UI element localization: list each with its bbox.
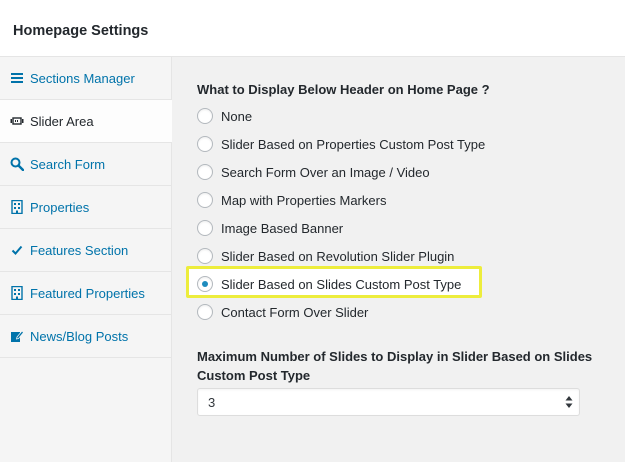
sidebar-item-label: News/Blog Posts bbox=[30, 328, 129, 344]
radio-label: Contact Form Over Slider bbox=[221, 304, 369, 320]
select-arrows-icon bbox=[565, 395, 573, 409]
radio-label: Slider Based on Revolution Slider Plugin bbox=[221, 248, 455, 264]
sidebar-item-label: Sections Manager bbox=[30, 70, 135, 86]
radio-option-slides-slider[interactable]: Slider Based on Slides Custom Post Type bbox=[197, 274, 461, 294]
sidebar-item-features-section[interactable]: Features Section bbox=[0, 229, 171, 272]
sidebar-item-label: Search Form bbox=[30, 156, 106, 172]
radio-button[interactable] bbox=[197, 136, 213, 152]
search-icon bbox=[10, 157, 25, 172]
settings-panel: What to Display Below Header on Home Pag… bbox=[172, 57, 625, 462]
radio-label: Slider Based on Properties Custom Post T… bbox=[221, 136, 486, 152]
sidebar-item-featured-properties[interactable]: Featured Properties bbox=[0, 272, 171, 315]
max-slides-label: Maximum Number of Slides to Display in S… bbox=[197, 349, 593, 383]
checkmark-icon bbox=[10, 243, 24, 257]
radio-button[interactable] bbox=[197, 304, 213, 320]
radio-button[interactable] bbox=[197, 108, 213, 124]
radio-option-image-banner[interactable]: Image Based Banner bbox=[197, 218, 343, 238]
page-title: Homepage Settings bbox=[13, 23, 149, 39]
sidebar-item-properties[interactable]: Properties bbox=[0, 186, 171, 229]
select-value: 3 bbox=[208, 394, 216, 410]
sidebar-item-sections-manager[interactable]: Sections Manager bbox=[0, 57, 171, 100]
settings-header: Homepage Settings bbox=[0, 0, 625, 57]
radio-label: Slider Based on Slides Custom Post Type bbox=[221, 276, 462, 292]
radio-label: Map with Properties Markers bbox=[221, 192, 387, 208]
radio-label: None bbox=[221, 108, 253, 124]
radio-option-contact-form[interactable]: Contact Form Over Slider bbox=[197, 302, 368, 322]
sidebar-item-news-blog-posts[interactable]: News/Blog Posts bbox=[0, 315, 171, 358]
sidebar-item-search-form[interactable]: Search Form bbox=[0, 143, 171, 186]
radio-option-search-form[interactable]: Search Form Over an Image / Video bbox=[197, 162, 430, 182]
radio-button[interactable] bbox=[197, 248, 213, 264]
sidebar-item-label: Features Section bbox=[30, 242, 129, 258]
slider-icon bbox=[10, 114, 24, 128]
sidebar-item-label: Properties bbox=[30, 199, 90, 215]
radio-button[interactable] bbox=[197, 276, 213, 292]
sidebar-item-label: Featured Properties bbox=[30, 285, 145, 301]
radio-option-none[interactable]: None bbox=[197, 106, 252, 126]
max-slides-select[interactable]: 3 bbox=[197, 388, 580, 416]
building-icon bbox=[10, 285, 24, 301]
radio-option-properties-slider[interactable]: Slider Based on Properties Custom Post T… bbox=[197, 134, 485, 154]
radio-button[interactable] bbox=[197, 220, 213, 236]
radio-label: Image Based Banner bbox=[221, 220, 344, 236]
radio-option-map[interactable]: Map with Properties Markers bbox=[197, 190, 386, 210]
radio-button[interactable] bbox=[197, 192, 213, 208]
sidebar-item-label: Slider Area bbox=[30, 113, 94, 129]
radio-label: Search Form Over an Image / Video bbox=[221, 164, 430, 180]
settings-sidebar: Sections Manager Slider Area Search Form… bbox=[0, 57, 172, 462]
radio-option-revolution-slider[interactable]: Slider Based on Revolution Slider Plugin bbox=[197, 246, 454, 266]
radio-button[interactable] bbox=[197, 164, 213, 180]
building-icon bbox=[10, 199, 24, 215]
display-question-label: What to Display Below Header on Home Pag… bbox=[197, 82, 490, 97]
edit-icon bbox=[10, 329, 25, 343]
list-icon bbox=[10, 71, 24, 85]
sidebar-item-slider-area[interactable]: Slider Area bbox=[0, 100, 172, 143]
